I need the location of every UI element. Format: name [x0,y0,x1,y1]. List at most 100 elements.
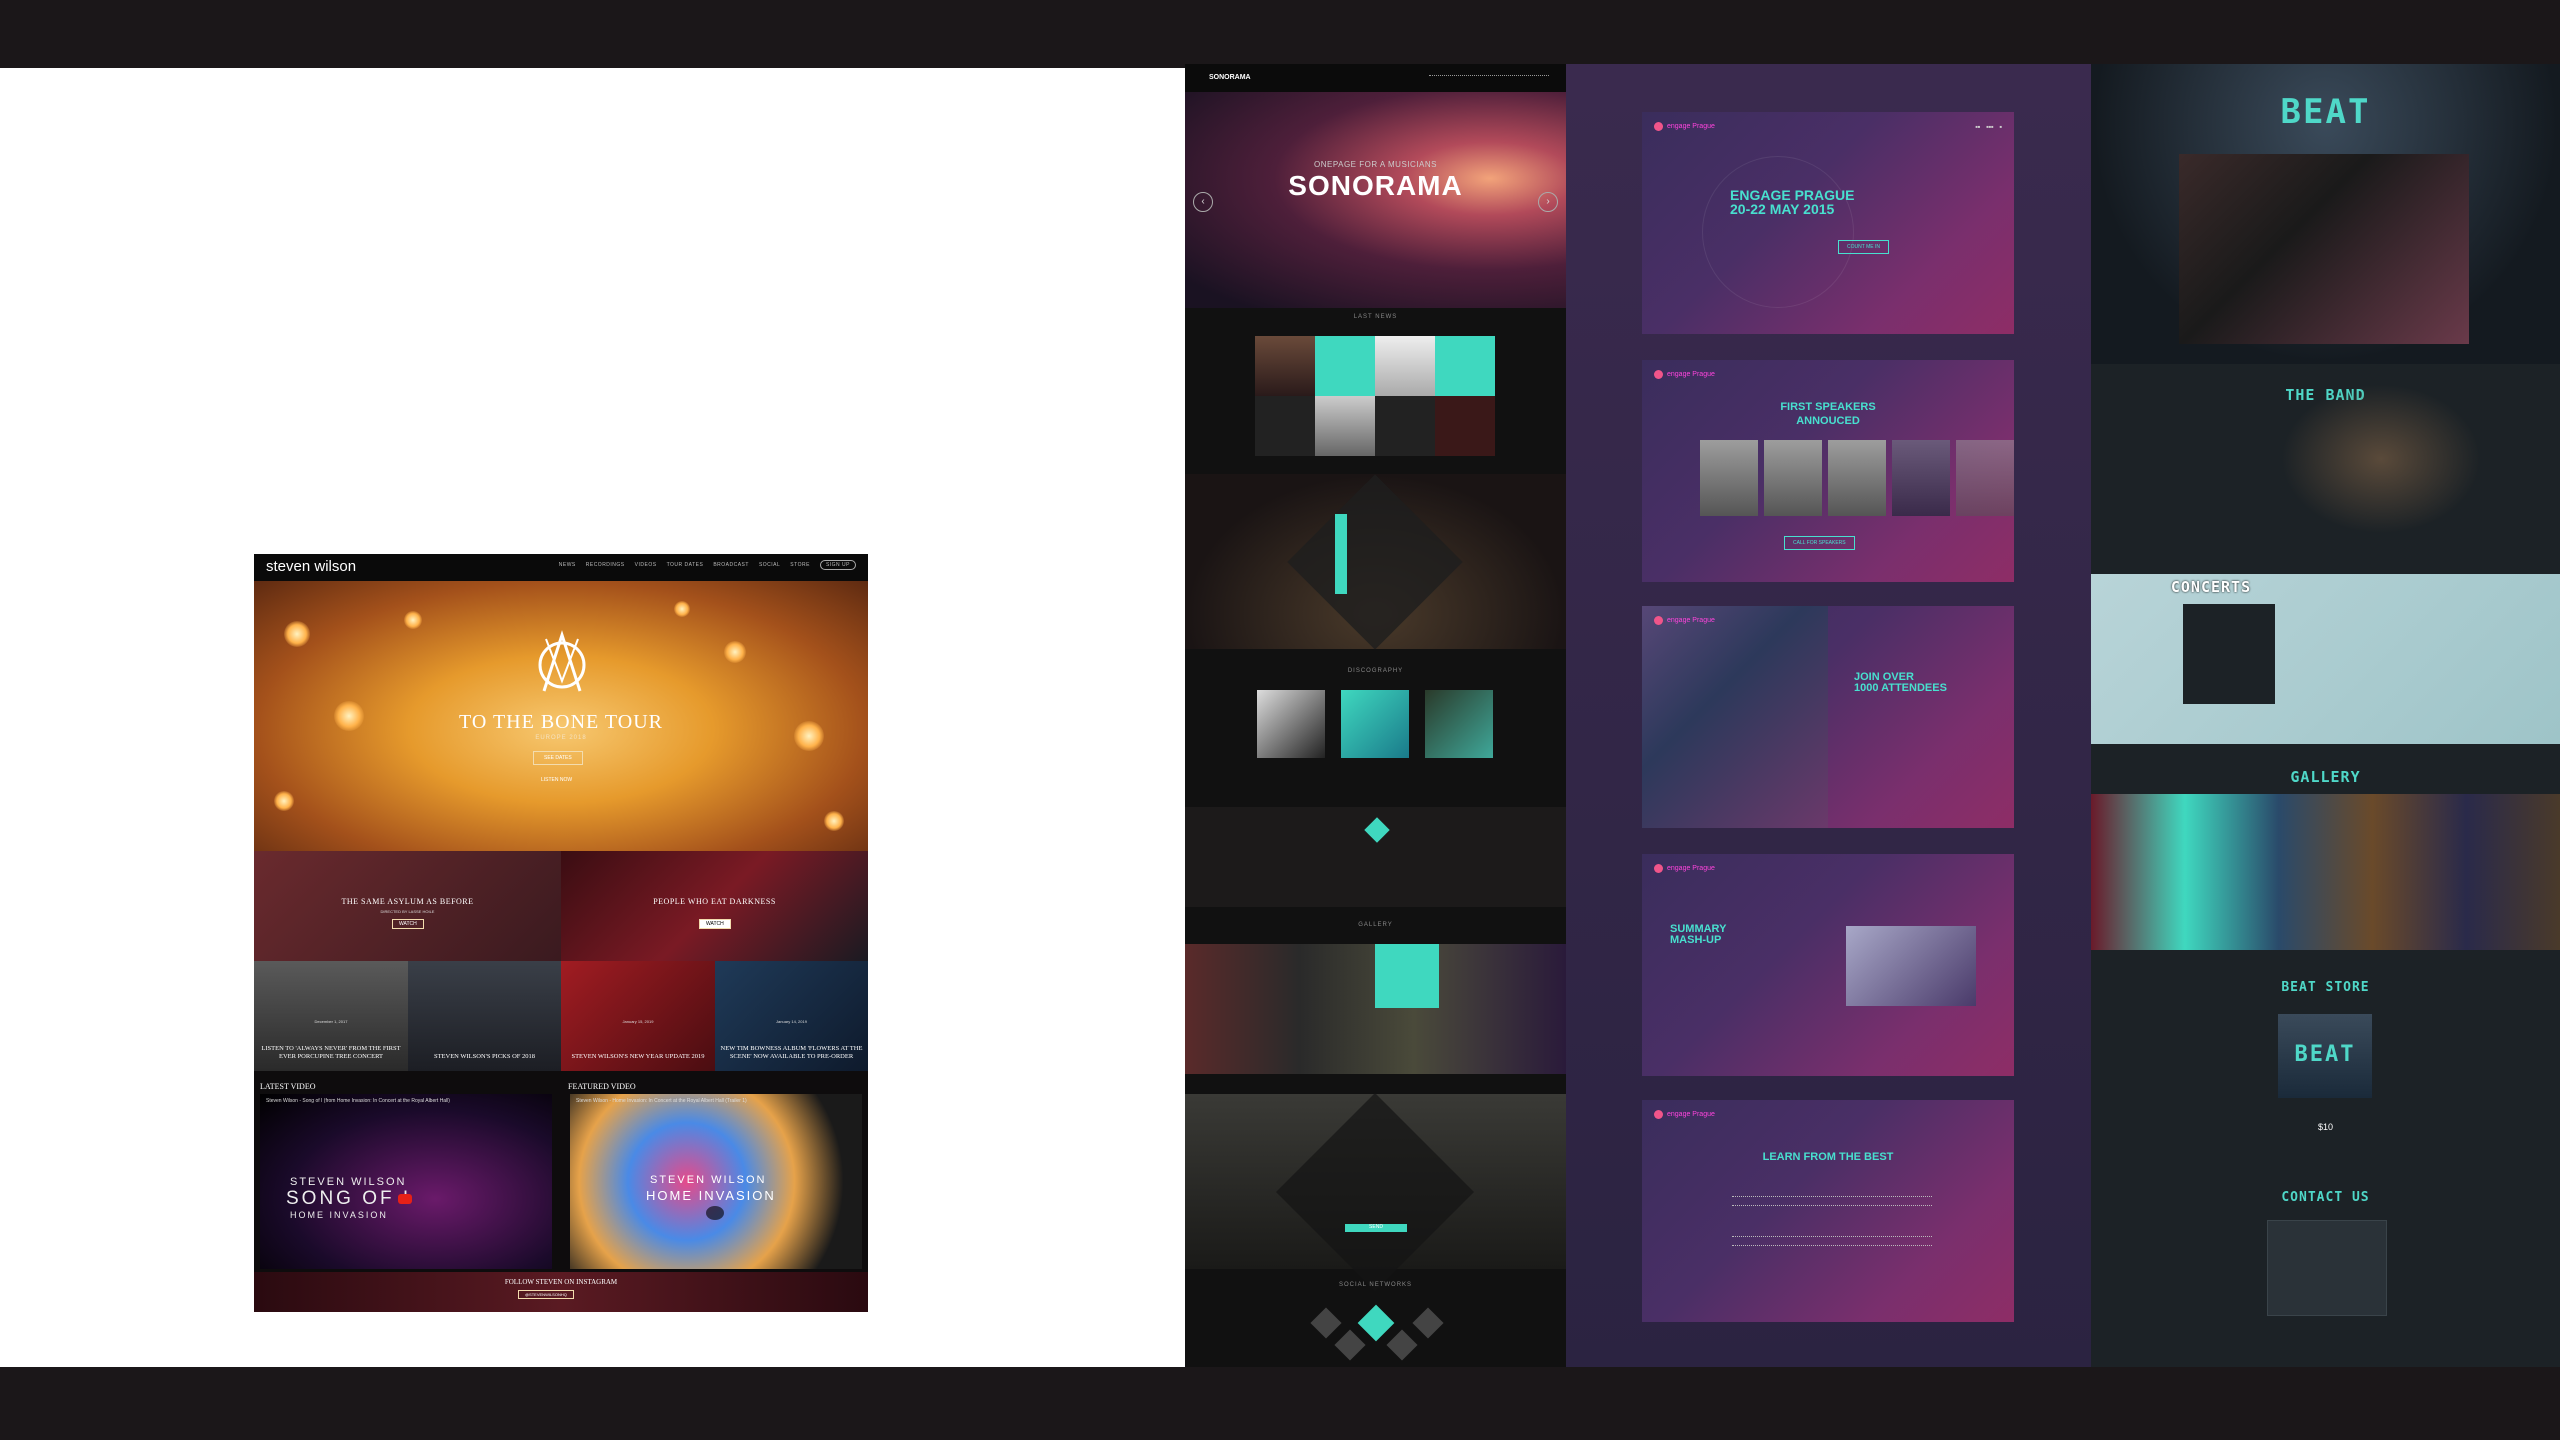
sw-nav-videos[interactable]: VIDEOS [635,562,657,570]
speaker-photo[interactable] [1828,440,1886,516]
slider-next-icon[interactable]: › [1538,192,1558,212]
quote-icon [1364,817,1390,843]
youtube-play-icon[interactable] [398,1194,412,1204]
partner-logos [1732,1236,1932,1246]
news-card[interactable] [1435,336,1495,396]
store-price: $10 [2317,1122,2334,1132]
call-for-speakers-button[interactable]: CALL FOR SPEAKERS [1784,536,1855,550]
so-nav-menu[interactable] [1429,75,1549,79]
sw-listen-button[interactable]: LISTEN NOW [530,773,583,787]
watch-button[interactable]: WATCH [699,919,731,929]
ep-learn-title: LEARN FROM THE BEST [1762,1151,1894,1163]
sw-nav-social[interactable]: SOCIAL [759,562,780,570]
ep-attendees-title: JOIN OVER 1000 ATTENDEES [1854,671,1947,694]
news-card[interactable] [1315,336,1375,396]
news-date: January 15, 2019 [622,1019,654,1024]
instagram-button[interactable]: @STEVENWILSONHQ [518,1290,574,1299]
speaker-photo[interactable] [1764,440,1822,516]
sw-nav-recordings[interactable]: RECORDINGS [586,562,625,570]
sw-signup-button[interactable]: SIGN UP [819,560,856,570]
so-logo[interactable]: SONORAMA [1209,74,1251,81]
news-image[interactable] [1375,336,1435,396]
engage-prague-site-mockup: engage Prague ■■ ■■■ ■ ENGAGE PRAGUE 20-22… [1566,64,2091,1367]
news-caption: STEVEN WILSON'S PICKS OF 2018 [433,1053,536,1060]
news-image[interactable] [1315,396,1375,456]
camera-icon[interactable] [1375,944,1439,1008]
ep-logo[interactable]: engage Prague [1654,1110,1715,1119]
so-tour-dates[interactable] [1335,514,1347,594]
beat-store-heading: BEAT STORE [2281,980,2370,995]
ep-logo-icon [1654,122,1663,131]
store-item[interactable]: BEAT [2278,1014,2372,1098]
news-date: December 1, 2017 [314,1019,348,1024]
sw-see-dates-button[interactable]: SEE DATES [533,751,583,765]
latest-video-label: LATEST VIDEO [260,1082,316,1091]
album-cover[interactable] [1257,690,1325,758]
featured-video-player[interactable]: Steven Wilson - Home Invasion: In Concer… [570,1094,862,1269]
news-caption: LISTEN TO 'ALWAYS NEVER' FROM THE FIRST … [261,1045,401,1060]
ep-hero-title: ENGAGE PRAGUE 20-22 MAY 2015 [1730,187,1855,217]
news-tile[interactable]: January 15, 2019 STEVEN WILSON'S NEW YEA… [561,961,715,1071]
speaker-photo[interactable] [1892,440,1950,516]
news-image[interactable] [1435,396,1495,456]
sw-video-tile[interactable]: THE SAME ASYLUM AS BEFORE DIRECTED BY LA… [254,851,561,961]
count-me-in-button[interactable]: COUNT ME IN [1838,240,1889,254]
beat-site-mockup: BEAT THE BAND CONCERTS GALLERY BEAT STOR… [2091,64,2560,1367]
album-cover[interactable] [1341,690,1409,758]
news-card[interactable] [1255,396,1315,456]
twitter-icon[interactable] [1334,1329,1366,1361]
ep-globe [1702,156,1854,308]
sw-nav-news[interactable]: NEWS [559,562,576,570]
sw-nav-tour-dates[interactable]: TOUR DATES [667,562,704,570]
news-tile[interactable]: December 1, 2017 LISTEN TO 'ALWAYS NEVER… [254,961,408,1071]
so-discography-heading: DISCOGRAPHY [1347,668,1404,674]
speaker-photo[interactable] [1700,440,1758,516]
beat-concerts-map[interactable] [2091,574,2560,744]
ep-logo[interactable]: engage Prague [1654,864,1715,873]
slider-prev-icon[interactable]: ‹ [1193,192,1213,212]
instagram-heading: FOLLOW STEVEN ON INSTAGRAM [504,1278,618,1286]
news-image[interactable] [1255,336,1315,396]
top-letterbox [0,0,2560,68]
ep-logo[interactable]: engage Prague [1654,122,1715,131]
tile-title: THE SAME ASYLUM AS BEFORE [341,897,474,906]
so-navbar: SONORAMA [1185,64,1566,92]
share-icon[interactable] [1357,1304,1395,1342]
so-contact-form [1276,1093,1474,1291]
so-hero: ONEPAGE FOR A MUSICIANS SONORAMA ‹ › [1185,92,1566,308]
sw-logo[interactable]: steven wilson [266,558,356,575]
so-news-grid [1255,336,1495,456]
ep-logo[interactable]: engage Prague [1654,370,1715,379]
ep-nav[interactable]: ■■ ■■■ ■ [1975,124,2002,129]
news-tile[interactable]: January 14, 2019 NEW TIM BOWNESS ALBUM '… [715,961,868,1071]
summary-video[interactable] [1846,926,1976,1006]
beat-gallery-heading: GALLERY [2290,768,2361,786]
band-photo [2281,384,2481,534]
beat-logo[interactable]: BEAT [2091,92,2560,132]
sw-video-tile[interactable]: PEOPLE WHO EAT DARKNESS WATCH [561,851,868,961]
sw-nav-broadcast[interactable]: BROADCAST [713,562,749,570]
speaker-photo[interactable] [1956,440,2014,516]
sw-nav-menu: NEWS RECORDINGS VIDEOS TOUR DATES BROADC… [559,560,856,570]
play-icon[interactable] [706,1206,724,1220]
sw-nav-store[interactable]: STORE [790,562,810,570]
so-contact-band: SEND [1185,1093,1566,1291]
news-card[interactable] [1375,396,1435,456]
featured-video-label: FEATURED VIDEO [568,1082,636,1091]
dribbble-icon[interactable] [1412,1307,1444,1339]
watch-button[interactable]: WATCH [392,919,424,929]
concert-widget[interactable] [2183,604,2275,704]
album-cover[interactable] [1425,690,1493,758]
sw-hero-subtitle: EUROPE 2018 [535,735,587,741]
news-tile[interactable]: STEVEN WILSON'S PICKS OF 2018 [408,961,561,1071]
so-gallery-heading: GALLERY [1358,922,1393,928]
so-send-button[interactable]: SEND [1345,1224,1407,1232]
sw-monogram-icon [538,630,586,692]
ep-logo[interactable]: engage Prague [1654,616,1715,625]
contact-form[interactable] [2267,1220,2387,1316]
ep-logo-icon [1654,616,1663,625]
soundcloud-icon[interactable] [1386,1329,1418,1361]
facebook-icon[interactable] [1310,1307,1342,1339]
so-quote-band [1185,807,1566,907]
latest-video-player[interactable]: Steven Wilson - Song of I (from Home Inv… [260,1094,552,1269]
